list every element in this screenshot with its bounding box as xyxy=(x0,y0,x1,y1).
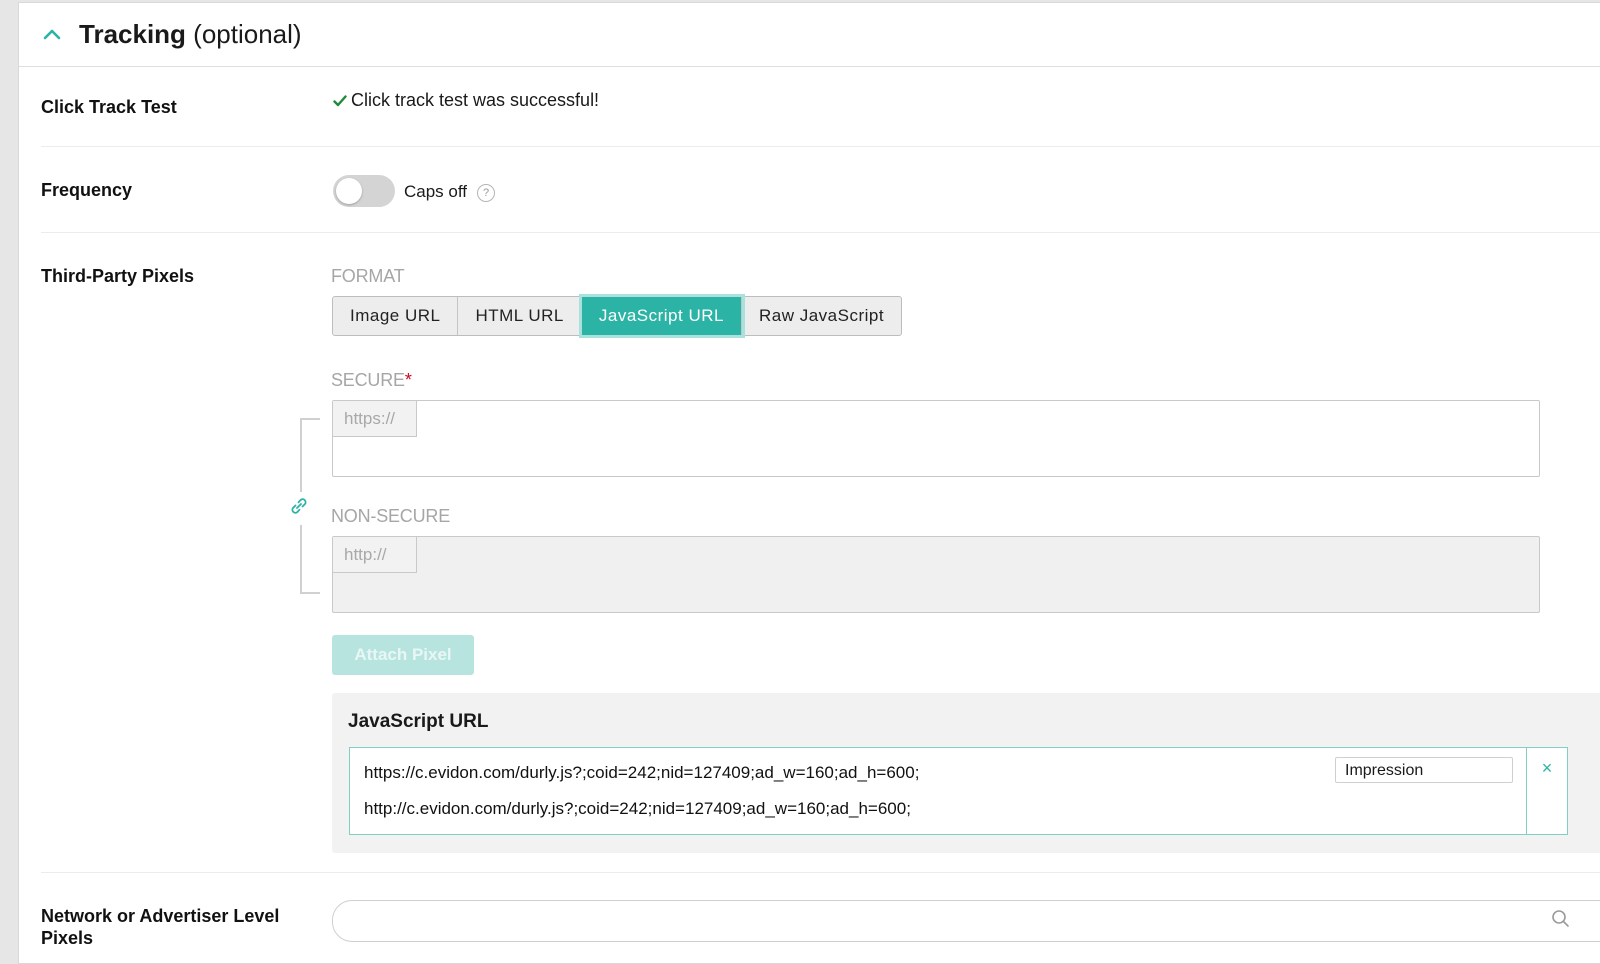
frequency-cap-toggle[interactable] xyxy=(333,175,395,207)
tracking-panel: Tracking (optional) Click Track Test Cli… xyxy=(18,2,1600,964)
chevron-up-icon[interactable] xyxy=(42,27,62,46)
section-title-suffix: (optional) xyxy=(193,19,302,49)
required-mark: * xyxy=(404,370,412,390)
section-title-text: Tracking xyxy=(79,19,186,49)
format-html-url-button[interactable]: HTML URL xyxy=(458,297,582,335)
secure-url-input[interactable]: https:// xyxy=(332,400,1540,477)
nonsecure-prefix: http:// xyxy=(333,537,417,573)
divider xyxy=(41,232,1600,233)
attached-pixel-row: https://c.evidon.com/durly.js?;coid=242;… xyxy=(349,747,1567,835)
attached-nonsecure-url: http://c.evidon.com/durly.js?;coid=242;n… xyxy=(364,799,911,818)
secure-caption-text: SECURE xyxy=(331,370,405,390)
event-type-select[interactable]: Impression xyxy=(1335,757,1513,783)
attach-pixel-button[interactable]: Attach Pixel xyxy=(332,635,474,675)
secure-caption: SECURE* xyxy=(331,369,412,391)
link-icon[interactable] xyxy=(287,492,311,525)
check-icon xyxy=(333,95,347,107)
search-icon[interactable] xyxy=(1551,909,1571,934)
section-header[interactable]: Tracking (optional) xyxy=(19,3,1600,67)
close-icon[interactable]: × xyxy=(1526,747,1568,835)
third-party-pixels-label: Third-Party Pixels xyxy=(41,266,195,286)
nonsecure-caption: NON-SECURE xyxy=(331,506,451,526)
help-icon[interactable]: ? xyxy=(477,184,495,202)
click-track-status-text: Click track test was successful! xyxy=(351,90,600,110)
format-image-url-button[interactable]: Image URL xyxy=(333,297,459,335)
format-javascript-url-button[interactable]: JavaScript URL xyxy=(581,297,742,335)
caps-status-text: Caps off xyxy=(404,182,468,201)
attached-secure-url: https://c.evidon.com/durly.js?;coid=242;… xyxy=(364,763,920,782)
attached-pixels-title: JavaScript URL xyxy=(348,711,489,732)
network-pixels-label: Network or Advertiser Level Pixels xyxy=(41,906,280,948)
divider xyxy=(41,146,1600,147)
format-selector: Image URL HTML URL JavaScript URL Raw Ja… xyxy=(332,296,903,336)
click-track-label: Click Track Test xyxy=(41,97,177,117)
nonsecure-url-input[interactable]: http:// xyxy=(332,536,1540,613)
click-track-status: Click track test was successful! xyxy=(333,89,599,111)
section-title: Tracking (optional) xyxy=(79,18,302,50)
attached-pixels-panel: JavaScript URL https://c.evidon.com/durl… xyxy=(332,693,1600,853)
network-pixels-search-input[interactable] xyxy=(332,900,1600,942)
secure-prefix: https:// xyxy=(333,401,417,437)
format-raw-javascript-button[interactable]: Raw JavaScript xyxy=(742,297,901,335)
frequency-label: Frequency xyxy=(41,180,133,200)
format-caption: FORMAT xyxy=(331,266,405,286)
divider xyxy=(41,872,1600,873)
toggle-knob xyxy=(336,178,362,204)
